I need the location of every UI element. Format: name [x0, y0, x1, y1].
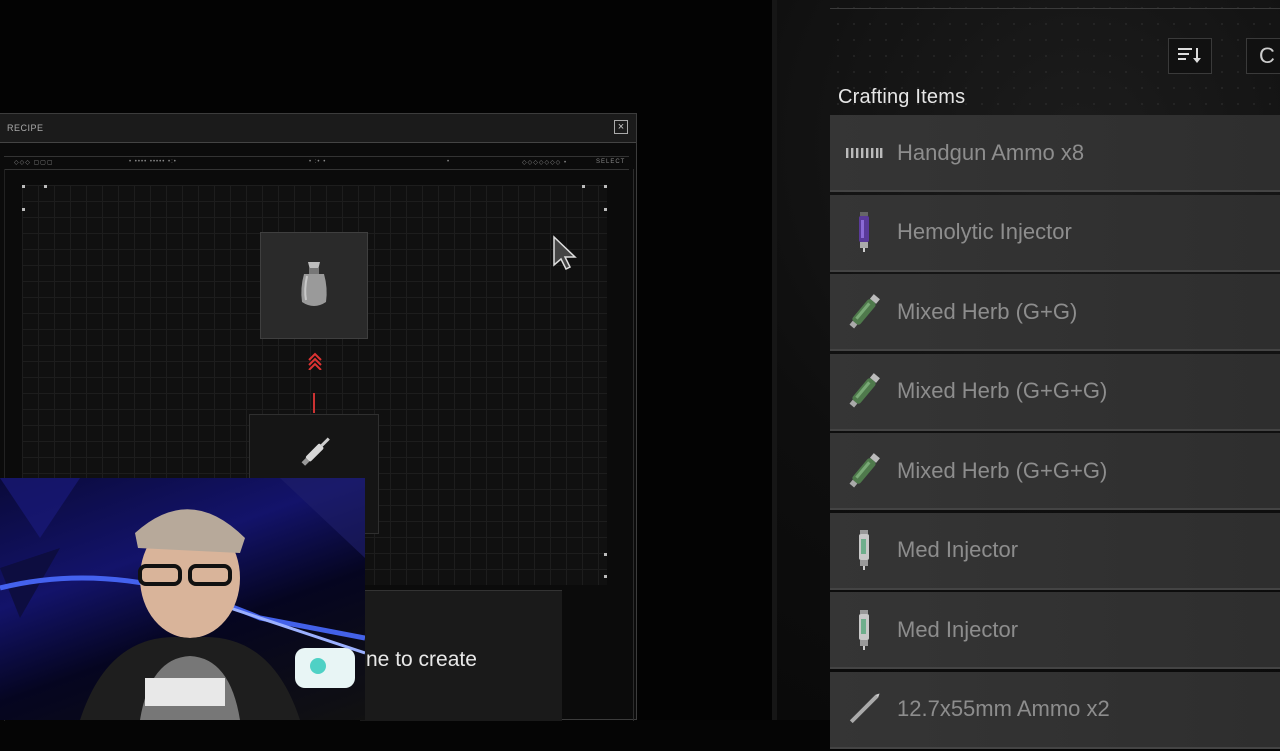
crafting-items-list: Handgun Ammo x8 Hemolytic Injector Mixed… [830, 115, 1280, 751]
item-label: Med Injector [897, 537, 1019, 562]
cursor-icon [553, 235, 577, 271]
list-item-mixed-herb-gg[interactable]: Mixed Herb (G+G) [830, 274, 1280, 351]
corner-marker [22, 208, 25, 211]
strip-label: • •••• ••••• •:• [129, 159, 177, 165]
item-label: 12.7x55mm Ammo x2 [897, 696, 1110, 721]
close-icon: × [617, 120, 625, 133]
item-label: Hemolytic Injector [897, 219, 1072, 244]
create-hint-text: ne to create [366, 648, 477, 671]
injector-purple-icon [844, 212, 884, 252]
toggle-label: C [1259, 43, 1275, 68]
recipe-strip: ◇◇◇ ▢▢▢ • •••• ••••• •:• • :• • • ◇◇◇◇◇◇… [4, 156, 629, 170]
strip-label: ◇◇◇ ▢▢▢ [14, 160, 54, 166]
chevron-up-icon [306, 352, 324, 371]
top-rule [830, 8, 1280, 9]
strip-label: • [447, 159, 451, 165]
med-injector-icon [844, 530, 884, 570]
list-item-med-injector[interactable]: Med Injector [830, 512, 1280, 590]
list-item-rifle-ammo[interactable]: 12.7x55mm Ammo x2 [830, 671, 1280, 749]
list-item-mixed-herb-ggg[interactable]: Mixed Herb (G+G+G) [830, 353, 1280, 431]
recipe-header: RECIPE × [0, 114, 636, 143]
list-item-mixed-herb-ggg[interactable]: Mixed Herb (G+G+G) [830, 433, 1280, 510]
herb-icon [844, 451, 884, 491]
handgun-ammo-icon [844, 133, 884, 173]
item-label: Mixed Herb (G+G+G) [897, 378, 1108, 403]
strip-label: • :• • [309, 159, 327, 165]
corner-marker [604, 185, 607, 188]
list-item-hemolytic-injector[interactable]: Hemolytic Injector [830, 194, 1280, 272]
herb-icon [844, 292, 884, 332]
item-label: Handgun Ammo x8 [897, 139, 1085, 165]
corner-marker [582, 185, 585, 188]
corner-marker [604, 575, 607, 578]
strip-label: SELECT [596, 159, 626, 165]
syringe-icon [301, 437, 330, 466]
item-label: Med Injector [897, 616, 1019, 642]
webcam-overlay [0, 478, 365, 720]
item-label: Mixed Herb (G+G) [897, 298, 1078, 324]
herb-icon [844, 371, 884, 411]
corner-marker [44, 185, 47, 188]
pouch-icon [301, 261, 327, 306]
webcam-image [0, 478, 365, 720]
recipe-result-slot[interactable] [260, 232, 368, 339]
rifle-ammo-icon [844, 689, 884, 729]
list-item-handgun-ammo[interactable]: Handgun Ammo x8 [830, 115, 1280, 192]
list-item-med-injector[interactable]: Med Injector [830, 592, 1280, 669]
corner-marker [604, 553, 607, 556]
corner-marker [22, 185, 25, 188]
sort-icon [1178, 48, 1201, 63]
sort-button[interactable] [1168, 38, 1212, 74]
recipe-title: RECIPE [7, 123, 44, 133]
corner-marker [604, 208, 607, 211]
strip-label: ◇◇◇◇◇◇◇ • [522, 160, 568, 166]
connector-line [313, 393, 315, 413]
section-title: Crafting Items [838, 86, 966, 108]
close-button[interactable]: × [614, 120, 628, 134]
med-injector-icon [844, 609, 884, 650]
toggle-button[interactable]: C [1246, 38, 1280, 74]
item-label: Mixed Herb (G+G+G) [897, 457, 1108, 483]
